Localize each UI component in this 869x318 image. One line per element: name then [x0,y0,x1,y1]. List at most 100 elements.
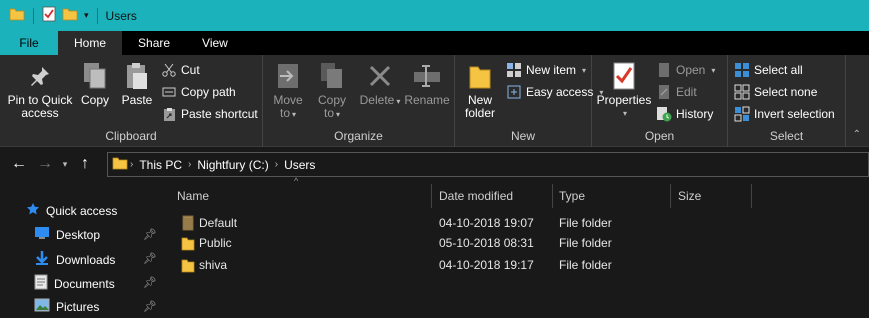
table-row[interactable]: Public 05-10-2018 08:31 File folder [177,233,757,253]
tab-file[interactable]: File [0,31,58,55]
ribbon-tabs: File Home Share View [0,31,869,55]
breadcrumb-chevron-icon[interactable]: › [130,159,133,170]
nav-item-downloads[interactable]: Downloads [34,250,115,269]
pin-icon[interactable]: 📌︎ [143,252,157,265]
cut-label: Cut [181,63,200,77]
copy-to-button[interactable]: Copy to ▾ [313,60,351,121]
new-folder-quick-icon[interactable] [62,7,78,24]
tab-share[interactable]: Share [122,31,186,55]
new-folder-button[interactable]: New folder [459,60,501,120]
collapse-ribbon-chevron-icon[interactable]: ⌃ [853,129,861,140]
nav-item-documents[interactable]: Documents [34,274,115,293]
select-all-label: Select all [754,63,803,77]
back-arrow-icon[interactable]: ← [6,151,32,177]
delete-x-icon [364,60,396,92]
customize-qat-chevron-icon[interactable]: ▾ [84,10,89,21]
column-header-date-modified[interactable]: Date modified [433,184,553,208]
copy-button[interactable]: Copy [76,60,114,107]
file-name: Public [199,236,232,250]
copy-path-icon [161,84,177,100]
open-button[interactable]: Open ▾ [656,62,715,78]
paste-shortcut-icon [161,106,177,122]
edit-button[interactable]: Edit [656,84,697,100]
open-chevron-icon: ▾ [711,65,716,75]
select-all-button[interactable]: Select all [734,62,803,78]
pin-to-quick-access-button[interactable]: Pin to Quick access [6,60,74,120]
address-bar[interactable]: › This PC › Nightfury (C:) › Users [107,152,869,177]
column-header-size[interactable]: Size [672,184,752,208]
nav-item-pictures[interactable]: Pictures [34,298,99,315]
copy-path-button[interactable]: Copy path [161,84,236,100]
copy-label: Copy [80,93,109,107]
properties-icon [608,60,640,92]
nav-item-quick-access[interactable]: Quick access [26,202,117,219]
new-item-label: New item [526,63,577,77]
qat-separator [96,7,98,24]
properties-label: Properties [596,93,652,107]
rename-button[interactable]: Rename [403,60,451,107]
move-label-2: to ▾ [279,106,297,120]
pictures-icon [34,298,50,315]
new-item-button[interactable]: New item ▾ [506,62,586,78]
breadcrumb-this-pc[interactable]: This PC [139,158,182,172]
column-header-type[interactable]: Type [553,184,671,208]
rename-icon [411,60,443,92]
pin-icon[interactable]: 📌︎ [143,300,157,313]
copy-icon [79,60,111,92]
paste-button[interactable]: Paste [118,60,156,107]
new-folder-icon [464,60,496,92]
file-list: ^ Name Date modified Type Size Default 0… [165,176,869,318]
breadcrumb-chevron-icon[interactable]: › [188,159,191,170]
history-button[interactable]: History [656,106,713,122]
up-arrow-icon[interactable]: ↑ [72,151,98,177]
new-item-chevron-icon: ▾ [582,65,587,75]
pin-icon[interactable]: 📌︎ [143,228,157,241]
history-icon [656,106,672,122]
column-header-name[interactable]: Name [171,184,432,208]
invert-selection-button[interactable]: Invert selection [734,106,835,122]
group-label-open: Open [644,129,675,143]
folder-icon [181,257,195,276]
easy-access-label: Easy access [526,85,594,99]
select-none-icon [734,84,750,100]
documents-icon [34,274,48,293]
open-icon [656,62,672,78]
copy-to-icon [316,60,348,92]
tab-home[interactable]: Home [58,31,123,55]
title-bar: ▾ Users [0,0,869,31]
properties-button[interactable]: Properties ▾ [596,60,652,120]
easy-access-button[interactable]: Easy access ▾ [506,84,603,100]
folder-icon [9,7,25,24]
properties-quick-icon[interactable] [42,6,56,25]
cut-button[interactable]: Cut [161,62,200,78]
group-new: New folder New item ▾ Easy access ▾ New [455,55,603,147]
ribbon: Pin to Quick access Copy Paste Cut Copy … [0,55,869,147]
move-to-button[interactable]: Move to ▾ [269,60,307,121]
new-item-icon [506,62,522,78]
select-none-button[interactable]: Select none [734,84,817,100]
table-row[interactable]: shiva 04-10-2018 19:17 File folder [177,255,757,275]
scissors-icon [161,62,177,78]
group-organize: Move to ▾ Copy to ▾ Delete ▾ Rename Organiz… [263,55,455,147]
recent-locations-chevron-icon[interactable]: ▾ [58,151,72,177]
breadcrumb-users[interactable]: Users [284,158,315,172]
pin-icon [24,60,56,92]
folder-icon [112,155,128,174]
desktop-icon [34,226,50,243]
properties-chevron-icon: ▾ [622,109,627,118]
tab-view[interactable]: View [186,31,244,55]
nav-item-desktop[interactable]: Desktop [34,226,100,243]
breadcrumb-drive[interactable]: Nightfury (C:) [197,158,268,172]
breadcrumb-chevron-icon[interactable]: › [275,159,278,170]
group-label-clipboard: Clipboard [105,129,157,143]
file-date: 04-10-2018 19:17 [439,258,534,272]
table-row[interactable]: Default 04-10-2018 19:07 File folder [177,213,757,233]
edit-label: Edit [676,85,697,99]
group-label-new: New [510,129,535,143]
delete-button[interactable]: Delete ▾ [359,60,401,108]
paste-shortcut-button[interactable]: Paste shortcut [161,106,258,122]
pin-icon[interactable]: 📌︎ [143,276,157,289]
downloads-icon [34,250,50,269]
star-icon [26,202,40,219]
forward-arrow-icon[interactable]: → [32,151,58,177]
